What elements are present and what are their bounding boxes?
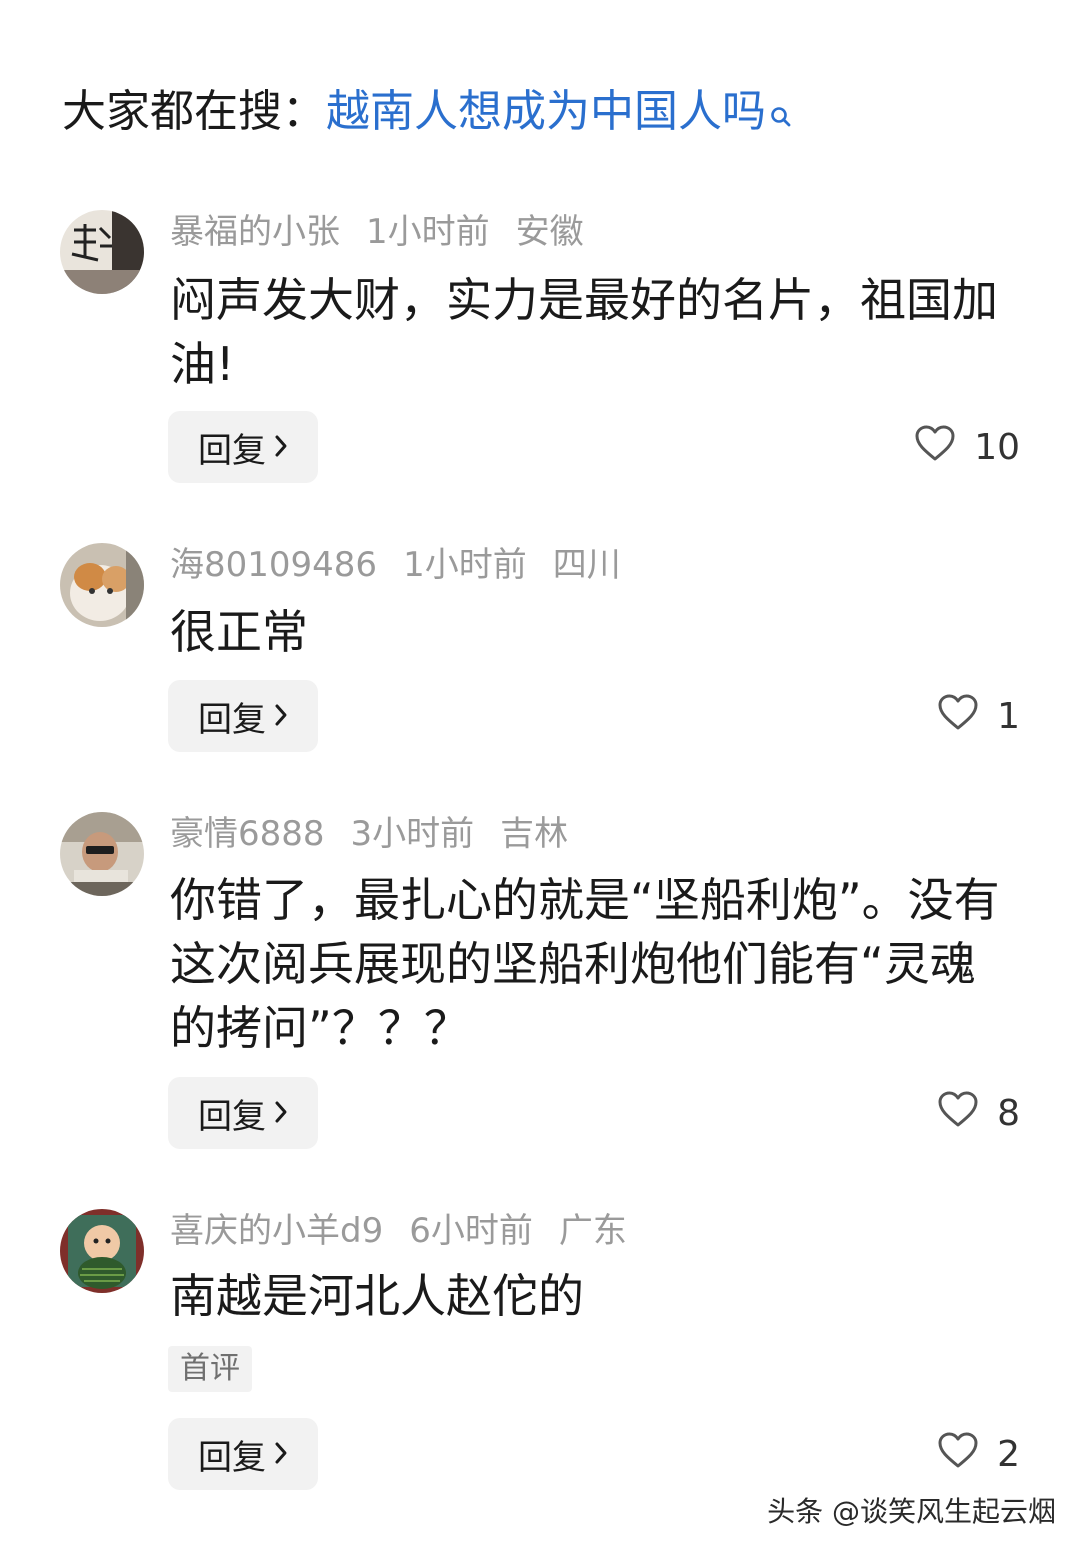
comment-meta: 喜庆的小羊d9 6小时前 广东 <box>170 1209 653 1253</box>
chevron-right-icon <box>274 427 288 467</box>
watermark: 头条 @谈笑风生起云烟 <box>767 1495 1056 1528</box>
comment-location: 吉林 <box>500 814 569 854</box>
comment-time: 1小时前 <box>403 545 527 585</box>
comment-location: 安徽 <box>515 212 584 252</box>
heart-icon <box>937 1090 997 1137</box>
comment-location: 四川 <box>552 545 621 585</box>
comment-location: 广东 <box>558 1211 627 1251</box>
search-icon[interactable] <box>770 90 792 146</box>
reply-button[interactable]: 回复 <box>168 411 318 483</box>
reply-button[interactable]: 回复 <box>168 1418 318 1490</box>
reply-label: 回复 <box>198 1096 266 1137</box>
comment-time: 6小时前 <box>409 1211 533 1251</box>
avatar[interactable] <box>60 210 144 294</box>
comment-text: 闷声发大财，实力是最好的名片，祖国加油! <box>170 273 998 391</box>
username[interactable]: 喜庆的小羊d9 <box>170 1211 383 1251</box>
comment-meta: 海80109486 1小时前 四川 <box>170 543 647 587</box>
avatar[interactable] <box>60 1209 144 1293</box>
like-count: 2 <box>997 1433 1020 1475</box>
comment-time: 3小时前 <box>350 814 475 854</box>
username[interactable]: 暴福的小张 <box>170 212 340 252</box>
like-count: 1 <box>997 695 1020 737</box>
comment-meta: 暴福的小张 1小时前 安徽 <box>170 210 610 254</box>
comment-time: 1小时前 <box>366 212 490 252</box>
comment-text: 南越是河北人赵佗的 <box>170 1269 584 1323</box>
hot-search-prefix: 大家都在搜： <box>62 86 326 137</box>
first-comment-badge: 首评 <box>168 1346 252 1392</box>
chevron-right-icon <box>274 1434 288 1474</box>
reply-button[interactable]: 回复 <box>168 1077 318 1149</box>
username[interactable]: 海80109486 <box>170 545 377 585</box>
heart-icon <box>914 424 974 471</box>
like-button[interactable]: 1 <box>937 680 1020 752</box>
username[interactable]: 豪情6888 <box>170 814 325 854</box>
comment-text: 你错了，最扎心的就是“坚船利炮”。没有这次阅兵展现的坚船利炮他们能有“灵魂的拷问… <box>170 873 1000 1055</box>
like-button[interactable]: 8 <box>937 1077 1020 1149</box>
reply-button[interactable]: 回复 <box>168 680 318 752</box>
hot-search-query-link[interactable]: 越南人想成为中国人吗 <box>326 86 766 137</box>
heart-icon <box>937 1431 997 1478</box>
chevron-right-icon <box>274 1093 288 1133</box>
comment-text: 很正常 <box>170 605 308 659</box>
comment-meta: 豪情6888 3小时前 吉林 <box>170 812 594 856</box>
reply-label: 回复 <box>198 1437 266 1478</box>
hot-search-bar[interactable]: 大家都在搜：越南人想成为中国人吗 <box>62 84 792 146</box>
avatar[interactable] <box>60 543 144 627</box>
like-button[interactable]: 2 <box>937 1418 1020 1490</box>
heart-icon <box>937 693 997 740</box>
avatar[interactable] <box>60 812 144 896</box>
like-count: 8 <box>997 1092 1020 1134</box>
chevron-right-icon <box>274 696 288 736</box>
like-button[interactable]: 10 <box>914 411 1020 483</box>
reply-label: 回复 <box>198 430 266 471</box>
like-count: 10 <box>974 426 1020 468</box>
reply-label: 回复 <box>198 699 266 740</box>
